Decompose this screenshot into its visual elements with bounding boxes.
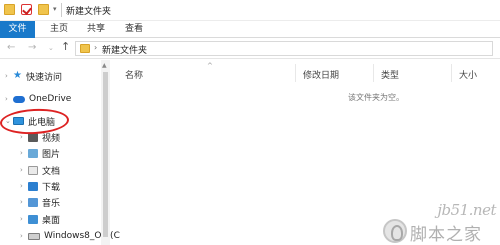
address-path[interactable]: 新建文件夹 [102, 43, 147, 56]
chevron-right-icon[interactable]: › [20, 232, 28, 240]
column-divider[interactable] [295, 64, 296, 82]
navigation-pane: › ★ 快速访问 › OneDrive ⌄ 此电脑 › 视频 › 图片 › 文档… [0, 60, 120, 245]
title-separator [61, 3, 62, 17]
site-logo-icon [383, 219, 407, 243]
watermark: jb51.net 脚本之家 [382, 198, 500, 245]
folder-icon [80, 44, 90, 53]
address-row: ← → ⌄ ↑ › 新建文件夹 [0, 38, 500, 59]
sidebar-item-label: 文档 [42, 166, 61, 177]
sidebar-item-label: OneDrive [29, 94, 72, 104]
chevron-right-icon[interactable]: › [20, 215, 28, 223]
chevron-right-icon[interactable]: › [20, 149, 28, 157]
column-header-name[interactable]: 名称 [125, 68, 143, 81]
sidebar-item-videos[interactable]: › 视频 [20, 130, 60, 144]
chevron-right-icon[interactable]: › [20, 182, 28, 190]
sidebar-item-label: 下载 [42, 182, 61, 193]
downloads-folder-icon [28, 181, 38, 191]
sidebar-scrollbar[interactable]: ▲ [101, 60, 110, 245]
watermark-url: jb51.net [437, 201, 496, 219]
sort-up-icon: ^ [207, 62, 213, 70]
chevron-right-icon[interactable]: › [20, 133, 28, 141]
cloud-icon [13, 95, 25, 103]
video-folder-icon [28, 132, 38, 142]
back-arrow-icon[interactable]: ← [7, 42, 15, 53]
sidebar-item-label: 图片 [42, 149, 61, 160]
scroll-up-icon[interactable]: ▲ [102, 62, 107, 69]
star-icon: ★ [13, 70, 22, 81]
column-header-size[interactable]: 大小 [459, 68, 477, 81]
path-separator-icon[interactable]: › [94, 43, 97, 52]
sidebar-item-label: 音乐 [42, 198, 61, 209]
sidebar-item-label: 此电脑 [28, 117, 56, 128]
chevron-down-icon[interactable]: ⌄ [5, 117, 13, 125]
quick-access-toolbar-dropdown[interactable]: ▾ [53, 5, 57, 13]
sidebar-item-downloads[interactable]: › 下载 [20, 179, 60, 193]
column-divider[interactable] [373, 64, 374, 82]
column-header-type[interactable]: 类型 [381, 68, 399, 81]
sidebar-item-pictures[interactable]: › 图片 [20, 146, 60, 160]
chevron-right-icon[interactable]: › [5, 72, 13, 80]
forward-arrow-icon[interactable]: → [28, 42, 36, 53]
sidebar-item-onedrive[interactable]: › OneDrive [5, 92, 71, 106]
address-bar[interactable]: › 新建文件夹 [75, 41, 493, 56]
new-folder-icon[interactable] [38, 4, 49, 15]
desktop-folder-icon [28, 214, 38, 224]
window-title: 新建文件夹 [66, 7, 112, 17]
sidebar-item-label: 桌面 [42, 215, 61, 226]
column-divider[interactable] [451, 64, 452, 82]
drive-icon [28, 232, 40, 240]
sidebar-item-label: 视频 [42, 133, 61, 144]
pictures-folder-icon [28, 148, 38, 158]
computer-icon [13, 117, 24, 125]
sidebar-item-desktop[interactable]: › 桌面 [20, 212, 60, 226]
music-folder-icon [28, 197, 38, 207]
folder-icon [4, 4, 15, 15]
tab-file[interactable]: 文件 [0, 21, 35, 38]
watermark-text: 脚本之家 [410, 225, 482, 245]
documents-folder-icon [28, 165, 38, 175]
chevron-right-icon[interactable]: › [20, 166, 28, 174]
ribbon: 文件 主页 共享 查看 [0, 21, 500, 38]
sidebar-item-this-pc[interactable]: ⌄ 此电脑 [5, 114, 55, 128]
chevron-right-icon[interactable]: › [5, 95, 13, 103]
properties-icon[interactable] [21, 4, 32, 15]
tab-share[interactable]: 共享 [79, 21, 113, 38]
tab-view[interactable]: 查看 [117, 21, 151, 38]
sidebar-item-music[interactable]: › 音乐 [20, 195, 60, 209]
tab-home[interactable]: 主页 [42, 21, 76, 38]
up-arrow-icon[interactable]: ↑ [61, 40, 70, 53]
chevron-right-icon[interactable]: › [20, 198, 28, 206]
sidebar-item-quick-access[interactable]: › ★ 快速访问 [5, 69, 62, 83]
empty-folder-message: 该文件夹为空。 [348, 93, 404, 102]
title-bar: ▾ 新建文件夹 [0, 0, 500, 21]
scrollbar-thumb[interactable] [103, 72, 108, 237]
sidebar-item-documents[interactable]: › 文档 [20, 163, 60, 177]
column-header-date-modified[interactable]: 修改日期 [303, 68, 339, 81]
recent-locations-icon[interactable]: ⌄ [48, 44, 54, 52]
sidebar-item-label: 快速访问 [25, 72, 62, 83]
